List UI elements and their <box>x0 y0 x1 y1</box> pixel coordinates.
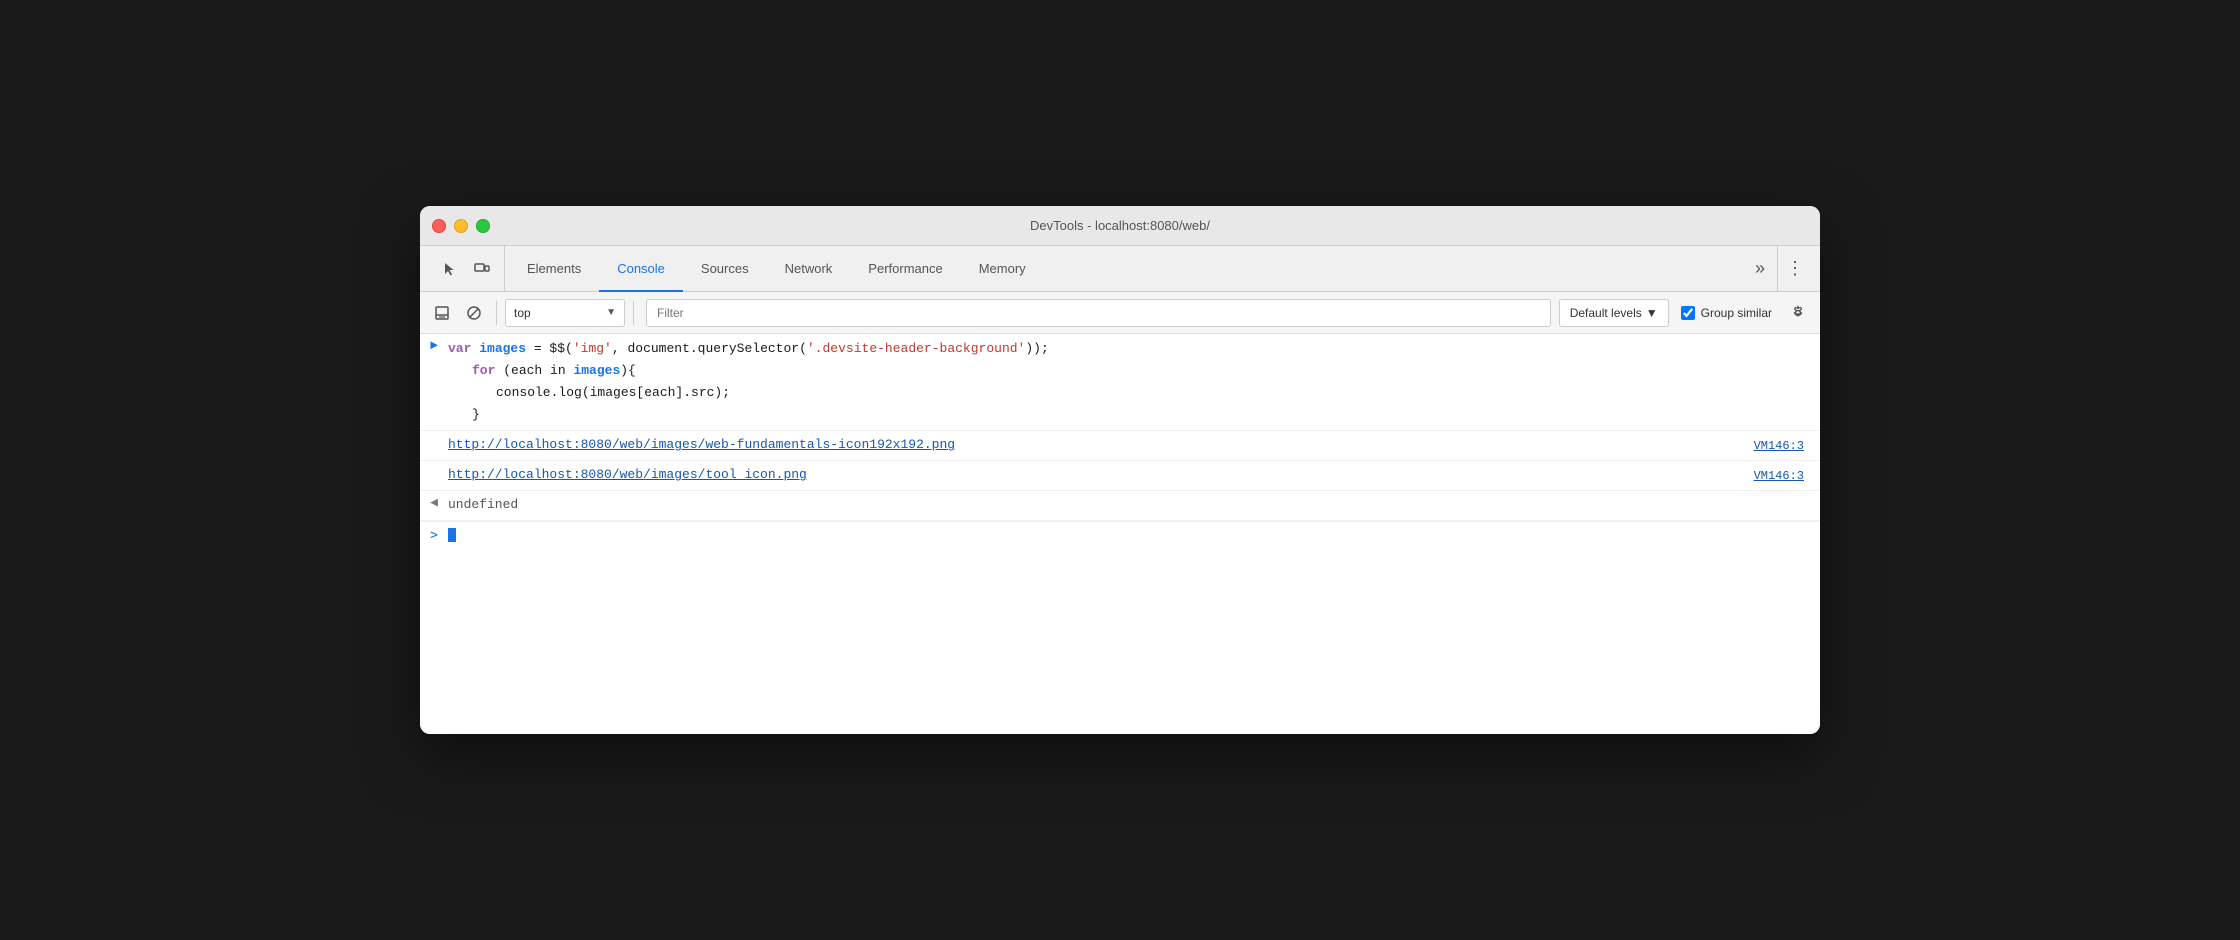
context-selector[interactable]: top ▼ <box>505 299 625 327</box>
toolbar-divider-2 <box>633 301 634 325</box>
window-title: DevTools - localhost:8080/web/ <box>1030 218 1210 233</box>
context-arrow-icon: ▼ <box>606 307 616 318</box>
tab-bar-icons <box>428 246 505 291</box>
entry-url-2[interactable]: http://localhost:8080/web/images/tool_ic… <box>448 461 1746 490</box>
device-icon <box>474 261 490 277</box>
code-line-1: var images = $$('img', document.querySel… <box>448 338 1820 360</box>
title-bar: DevTools - localhost:8080/web/ <box>420 206 1820 246</box>
entry-prompt-left: ◀ <box>420 491 448 520</box>
block-icon <box>466 305 482 321</box>
console-entry-input: ► var images = $$('img', document.queryS… <box>420 334 1820 431</box>
maximize-button[interactable] <box>476 219 490 233</box>
console-input-row[interactable]: > <box>420 521 1820 549</box>
cursor-icon-button[interactable] <box>436 255 464 283</box>
input-cursor <box>448 528 456 542</box>
show-drawer-button[interactable] <box>428 299 456 327</box>
tabs: Elements Console Sources Network Perform… <box>509 246 1747 291</box>
tab-bar: Elements Console Sources Network Perform… <box>420 246 1820 292</box>
group-similar-label[interactable]: Group similar <box>1673 306 1780 320</box>
tab-elements[interactable]: Elements <box>509 247 599 292</box>
code-line-3: console.log(images[each].src); <box>448 382 1820 404</box>
console-settings-button[interactable] <box>1784 299 1812 327</box>
minimize-button[interactable] <box>454 219 468 233</box>
clear-console-button[interactable] <box>460 299 488 327</box>
entry-url-1[interactable]: http://localhost:8080/web/images/web-fun… <box>448 431 1746 460</box>
drawer-icon <box>435 306 449 320</box>
more-tabs-button[interactable]: » <box>1747 246 1773 291</box>
traffic-lights <box>432 219 490 233</box>
console-entry-link-2: http://localhost:8080/web/images/tool_ic… <box>420 461 1820 491</box>
entry-prompt-right: ► <box>420 334 448 430</box>
filter-input[interactable] <box>646 299 1551 327</box>
tab-sources[interactable]: Sources <box>683 247 767 292</box>
tab-memory[interactable]: Memory <box>961 247 1044 292</box>
toolbar-divider-1 <box>496 301 497 325</box>
gear-icon <box>1790 305 1806 321</box>
console-toolbar: top ▼ Default levels ▼ Group similar <box>420 292 1820 334</box>
code-line-2: for (each in images){ <box>448 360 1820 382</box>
console-entry-link-1: http://localhost:8080/web/images/web-fun… <box>420 431 1820 461</box>
console-entry-undefined: ◀ undefined <box>420 491 1820 521</box>
cursor-icon <box>442 261 458 277</box>
console-output: ► var images = $$('img', document.queryS… <box>420 334 1820 734</box>
levels-arrow-icon: ▼ <box>1646 306 1658 320</box>
entry-prompt-empty-1 <box>420 431 448 460</box>
log-levels-button[interactable]: Default levels ▼ <box>1559 299 1669 327</box>
devtools-menu-button[interactable]: ⋮ <box>1777 246 1812 291</box>
input-prompt-icon: > <box>420 528 448 543</box>
entry-source-2[interactable]: VM146:3 <box>1746 465 1820 487</box>
console-input-area[interactable] <box>448 528 456 543</box>
tab-performance[interactable]: Performance <box>850 247 960 292</box>
code-line-4: } <box>448 404 1820 426</box>
entry-prompt-empty-2 <box>420 461 448 490</box>
device-icon-button[interactable] <box>468 255 496 283</box>
entry-code: var images = $$('img', document.querySel… <box>448 334 1820 430</box>
entry-value-undefined: undefined <box>448 491 1820 520</box>
tab-console[interactable]: Console <box>599 247 683 292</box>
devtools-window: DevTools - localhost:8080/web/ Elements <box>420 206 1820 734</box>
tab-network[interactable]: Network <box>767 247 851 292</box>
group-similar-checkbox[interactable] <box>1681 306 1695 320</box>
close-button[interactable] <box>432 219 446 233</box>
entry-source-1[interactable]: VM146:3 <box>1746 435 1820 457</box>
